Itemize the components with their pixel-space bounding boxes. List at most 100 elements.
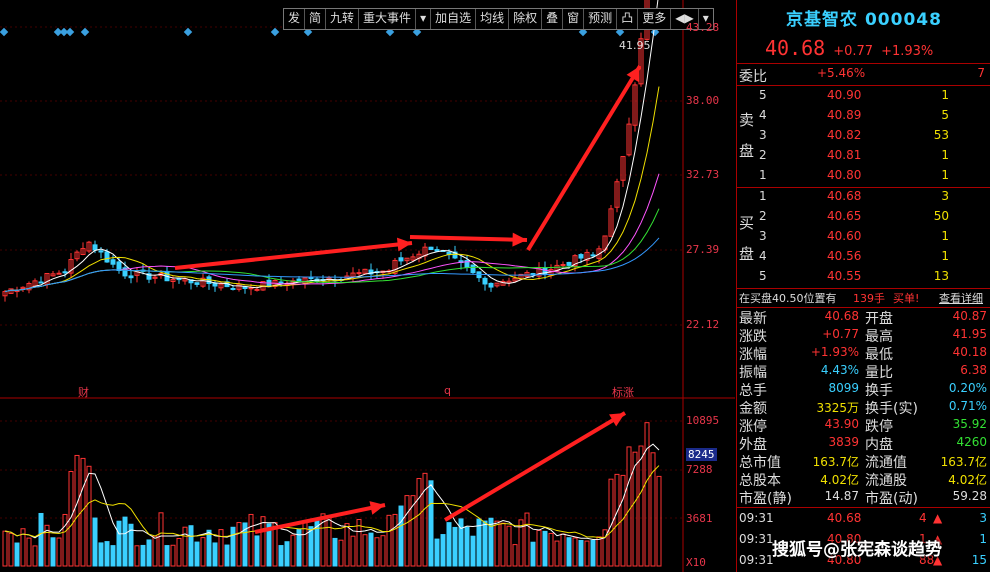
tb-add-watch[interactable]: 加自选: [431, 9, 477, 29]
tick-count: 3: [979, 511, 987, 525]
volume-bar: [38, 512, 44, 567]
volume-bar: [368, 532, 374, 567]
tb-jiuzhuan[interactable]: 九转: [326, 9, 360, 29]
sell-volume: 1: [941, 168, 949, 182]
sell-row[interactable]: 4 40.89 5: [737, 106, 990, 126]
candle-body: [278, 281, 284, 284]
tb-ma[interactable]: 均线: [476, 9, 510, 29]
event-label-q[interactable]: q: [444, 384, 451, 397]
stat-label: 涨停: [739, 419, 767, 435]
candle-body: [578, 254, 584, 259]
stat-row: 涨幅 +1.93% 最低 40.18: [737, 344, 990, 363]
candle-body: [434, 249, 440, 252]
candle-body: [92, 244, 98, 251]
stat-row: 振幅 4.43% 量比 6.38: [737, 362, 990, 381]
tb-major-events[interactable]: 重大事件: [359, 9, 417, 29]
tb-jian[interactable]: 简: [305, 9, 327, 29]
sell-level: 3: [759, 128, 767, 142]
price-tick: 22.12: [686, 318, 720, 331]
buy-level: 3: [759, 229, 767, 243]
event-label-rise[interactable]: 标涨: [612, 384, 634, 400]
volume-bar: [386, 514, 392, 567]
volume-current-tag: 8245: [686, 448, 717, 461]
buy-volume: 3: [941, 189, 949, 203]
kline-chart[interactable]: 发 简 九转 重大事件 ▾ 加自选 均线 除权 叠 窗 预测 凸 更多 ◀▶ ▾…: [0, 0, 735, 572]
volume-bar: [434, 538, 440, 567]
price-tick: 32.73: [686, 168, 720, 181]
tick-up-arrow-icon: ▲: [933, 511, 943, 525]
buy-row[interactable]: 4 40.56 1: [737, 247, 990, 267]
stat-label: 振幅: [739, 365, 767, 381]
stat-label: 金额: [739, 401, 767, 417]
tick-time: 09:31: [739, 532, 774, 546]
volume-bar: [278, 545, 284, 567]
candle-body: [116, 261, 122, 271]
volume-bar: [74, 454, 80, 567]
tick-price: 40.68: [827, 511, 862, 525]
stat-row: 外盘 3839 内盘 4260: [737, 434, 990, 453]
volume-bar: [86, 465, 92, 567]
tb-predict[interactable]: 预测: [584, 9, 618, 29]
tb-dropdown-icon[interactable]: ▾: [416, 9, 432, 29]
tb-overlay[interactable]: 叠: [542, 9, 564, 29]
sell-row[interactable]: 1 40.80 1: [737, 166, 990, 186]
candle-body: [398, 257, 404, 262]
volume-bar: [482, 520, 488, 567]
volume-bar: [590, 539, 596, 567]
event-label-report[interactable]: 财: [78, 384, 89, 400]
volume-bar: [614, 473, 620, 567]
volume-bar: [578, 540, 584, 567]
stat-value: 0.20%: [948, 381, 987, 395]
tick-time: 09:31: [739, 553, 774, 567]
tick-volume: 4: [919, 511, 927, 525]
price-change: +0.77: [833, 44, 874, 59]
volume-bar: [98, 542, 104, 567]
sell-volume: 53: [933, 128, 949, 142]
tb-fa[interactable]: 发: [284, 9, 306, 29]
buy-row[interactable]: 1 40.68 3: [737, 187, 990, 207]
volume-bar: [110, 545, 116, 567]
volume-bar: [506, 525, 512, 567]
buy-price: 40.68: [827, 189, 862, 203]
tb-convex-icon[interactable]: 凸: [617, 9, 639, 29]
stat-value: 3325万: [816, 401, 859, 415]
sell-level: 4: [759, 108, 767, 122]
sell-volume: 1: [941, 88, 949, 102]
stat-value: 43.90: [824, 417, 859, 431]
stat-label: 最高: [865, 329, 893, 345]
buy-label-1: 买: [739, 214, 755, 232]
volume-bar: [26, 537, 32, 567]
volume-ma10-line: [4, 465, 660, 538]
sell-row[interactable]: 5 40.90 1: [737, 86, 990, 106]
volume-ma5-line: [4, 443, 660, 541]
tb-exright[interactable]: 除权: [509, 9, 543, 29]
stat-value: 4.02亿: [820, 473, 859, 487]
volume-bar: [50, 537, 56, 567]
buy-row[interactable]: 5 40.55 13: [737, 267, 990, 287]
volume-bar: [560, 533, 566, 567]
stat-value: 35.92: [952, 417, 987, 431]
stat-value: 4.43%: [820, 363, 859, 377]
volume-bar: [446, 522, 452, 567]
candle-body: [254, 288, 260, 291]
volume-bar: [428, 480, 434, 567]
sell-row[interactable]: 2 40.81 1: [737, 146, 990, 166]
tb-window[interactable]: 窗: [563, 9, 585, 29]
tick-count: 1: [979, 532, 987, 546]
stat-row: 总手 8099 换手 0.20%: [737, 380, 990, 399]
sell-price: 40.90: [827, 88, 862, 102]
stat-value: +1.93%: [810, 345, 859, 359]
volume-bar: [254, 535, 260, 567]
volume-bar: [14, 542, 20, 567]
volume-bar: [122, 516, 128, 567]
sell-row[interactable]: 3 40.82 53: [737, 126, 990, 146]
notice-detail-link[interactable]: 查看详细: [939, 290, 983, 306]
stat-label: 市盈(静): [739, 491, 792, 507]
stat-label: 总手: [739, 383, 767, 399]
buy-row[interactable]: 3 40.60 1: [737, 227, 990, 247]
tb-more[interactable]: 更多: [638, 9, 672, 29]
volume-bar: [206, 529, 212, 567]
buy-row[interactable]: 2 40.65 50: [737, 207, 990, 227]
weibi-row: 委比 +5.46% 7: [737, 64, 990, 85]
ma10-line: [4, 86, 660, 293]
